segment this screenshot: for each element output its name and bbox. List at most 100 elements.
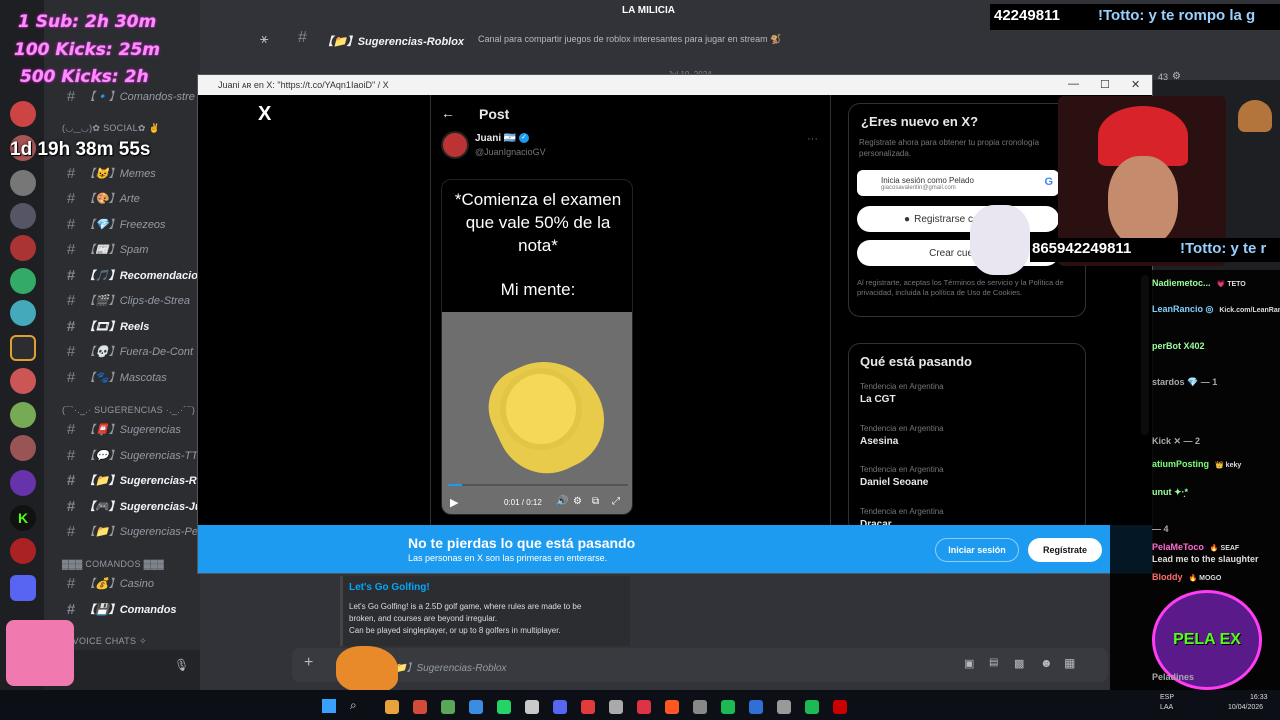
login-button[interactable]: Iniciar sesión	[935, 538, 1019, 562]
embed-title[interactable]: Let's Go Golfing!	[349, 582, 430, 593]
avatar[interactable]	[441, 131, 469, 159]
microphone-icon[interactable]: 🎙	[174, 658, 189, 672]
video-progress-track[interactable]	[448, 484, 628, 486]
trend-item[interactable]: Tendencia en Argentina La CGT	[860, 382, 944, 405]
lang-indicator[interactable]: ESP	[1160, 694, 1174, 701]
trend-name: Daniel Seoane	[860, 477, 929, 488]
gear-icon[interactable]: ⚙	[1172, 71, 1181, 82]
server-icon[interactable]	[10, 402, 36, 428]
close-icon[interactable]: ✕	[1131, 78, 1140, 91]
cat-sticker	[336, 646, 398, 692]
gear-icon[interactable]: ⚙	[573, 496, 582, 507]
taskbar-app-icon[interactable]	[525, 700, 539, 714]
hash-icon: #	[66, 522, 76, 540]
channel-label: 【📮】Sugerencias	[84, 424, 181, 436]
more-icon[interactable]: ···	[807, 133, 818, 145]
chat-username: PelaMeToco	[1152, 542, 1204, 552]
pip-icon[interactable]: ⧉	[592, 496, 599, 507]
gift-icon[interactable]: ▣	[964, 657, 974, 670]
browser-window: Juani ᴀʀ en X: "https://t.co/YAqn1IaoiD"…	[197, 74, 1153, 574]
channel-label: 【🎬】Clips-de-Strea	[84, 295, 190, 307]
chat-message: PelaMeToco 🔥 SEAF	[1152, 542, 1239, 552]
category-comandos[interactable]: ▓▓▓ COMANDOS ▓▓▓	[62, 559, 164, 569]
server-icon[interactable]	[10, 235, 36, 261]
sticker-icon[interactable]: ▩	[1014, 657, 1024, 670]
folder-icon[interactable]	[10, 575, 36, 601]
fullscreen-icon[interactable]: ⤢	[612, 496, 620, 507]
taskbar-app-icon[interactable]	[609, 700, 623, 714]
server-icon[interactable]	[10, 170, 36, 196]
taskbar-app-icon[interactable]	[665, 700, 679, 714]
taskbar-app-icon[interactable]	[637, 700, 651, 714]
x-logo[interactable]: X	[258, 103, 271, 126]
volume-icon[interactable]: 🔊	[556, 496, 568, 507]
chat-message: atiumPosting 👑 keky	[1152, 459, 1241, 469]
kick-icon[interactable]: K	[10, 505, 36, 531]
folder-icon[interactable]	[10, 335, 36, 361]
search-icon[interactable]: ⌕	[350, 698, 357, 713]
author-name[interactable]: Juani 🇦🇷	[475, 133, 516, 144]
countdown-timer: 1d 19h 38m 55s	[10, 139, 151, 160]
game-embed: Let's Go Golfing! Let's Go Golfing! is a…	[340, 576, 630, 646]
taskbar-app-icon[interactable]	[469, 700, 483, 714]
server-icon[interactable]	[10, 368, 36, 394]
category-sugerencias[interactable]: (¯`·._.· SUGERENCIAS ·._.·´¯) ‼	[62, 405, 203, 415]
taskbar-app-icon[interactable]	[777, 700, 791, 714]
minimize-icon[interactable]: —	[1068, 78, 1079, 90]
taskbar-app-icon[interactable]	[805, 700, 819, 714]
ticker-number-mid: 865942249811	[1032, 240, 1132, 257]
server-icon[interactable]	[10, 470, 36, 496]
trend-name: La CGT	[860, 394, 896, 405]
attach-icon[interactable]: +	[304, 654, 313, 672]
taskbar-app-icon[interactable]	[693, 700, 707, 714]
play-icon[interactable]: ▶	[450, 496, 458, 509]
taskbar-app-icon[interactable]	[413, 700, 427, 714]
register-button[interactable]: Regístrate	[1028, 538, 1102, 562]
taskbar-app-icon[interactable]	[441, 700, 455, 714]
channel-label: 【📰】Spam	[84, 244, 149, 256]
clock-date[interactable]: 10/04/2026	[1228, 704, 1263, 711]
trends-title: Qué está pasando	[860, 354, 972, 369]
chat-username: Bloddy	[1152, 572, 1183, 582]
chat-message: Nadiemetoc... 💗 TETO	[1152, 278, 1246, 288]
server-title: LA MILICIA	[622, 5, 675, 16]
google-signin-button[interactable]: Inicia sesión como Pelado giacosavalenti…	[857, 170, 1059, 196]
video-player[interactable]: *Comienza el examen que vale 50% de la n…	[441, 179, 633, 515]
windows-start-icon[interactable]	[322, 699, 336, 713]
category-voice[interactable]: ✧ VOICE CHATS ✧	[62, 636, 147, 647]
server-icon[interactable]	[10, 268, 36, 294]
meme-caption-2: Mi mente:	[500, 280, 576, 299]
category-social[interactable]: (◡‿◡)✿ SOCIAL✿ ✌	[62, 123, 160, 134]
taskbar-app-icon[interactable]	[833, 700, 847, 714]
trend-item[interactable]: Tendencia en Argentina Asesina	[860, 424, 944, 447]
chat-username: LeanRancio ◎	[1152, 304, 1214, 314]
server-icon[interactable]	[10, 300, 36, 326]
channel-label: 【💀】Fuera-De-Cont	[84, 346, 194, 358]
taskbar-app-icon[interactable]	[581, 700, 595, 714]
server-icon[interactable]	[10, 538, 36, 564]
taskbar-app-icon[interactable]	[721, 700, 735, 714]
taskbar-app-icon[interactable]	[497, 700, 511, 714]
maximize-icon[interactable]: ☐	[1100, 78, 1110, 91]
clock-time[interactable]: 16:33	[1250, 694, 1268, 701]
trend-item[interactable]: Tendencia en Argentina Daniel Seoane	[860, 465, 944, 488]
server-icon[interactable]	[10, 203, 36, 229]
logo-text: PELA EX	[1173, 631, 1241, 648]
taskbar-app-icon[interactable]	[385, 700, 399, 714]
x-sidebar: ¿Eres nuevo en X? Regístrate ahora para …	[848, 95, 1088, 533]
chat-message: stardos 💎 — 1	[1152, 377, 1223, 388]
streamer-avatar	[6, 620, 74, 686]
server-icon[interactable]	[10, 435, 36, 461]
channel-label: 【🎨】Arte	[84, 193, 140, 205]
register-label: Regístrate	[1042, 545, 1087, 555]
back-arrow-icon[interactable]: ←	[441, 105, 455, 121]
apps-icon[interactable]: ▦	[1064, 656, 1075, 670]
taskbar-app-icon[interactable]	[553, 700, 567, 714]
server-icon[interactable]	[10, 101, 36, 127]
gif-icon[interactable]: ▤	[989, 657, 998, 668]
emoji-icon[interactable]: ☻	[1040, 656, 1053, 670]
taskbar-app-icon[interactable]	[749, 700, 763, 714]
message-input[interactable]: + 【📁】Sugerencias-Roblox ▣ ▤ ▩ ☻ ▦	[292, 648, 1108, 682]
threads-icon[interactable]: ⚹	[260, 30, 268, 47]
author-handle[interactable]: @JuanIgnacioGV	[475, 147, 546, 157]
